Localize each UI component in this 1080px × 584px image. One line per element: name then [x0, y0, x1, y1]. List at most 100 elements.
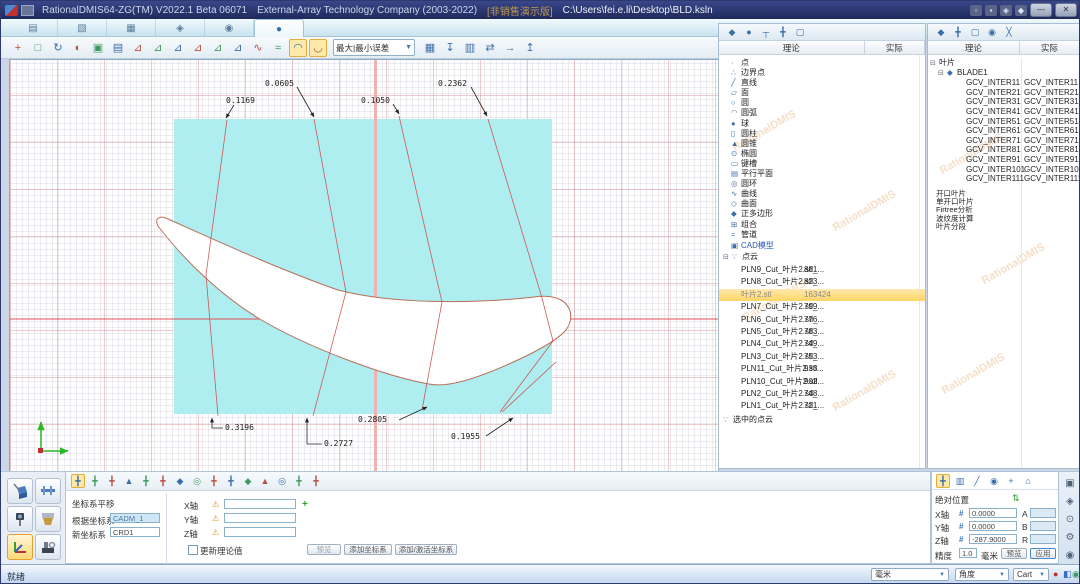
tree-item-gcv[interactable]: GCV_INTER21GCV_INTER21 [928, 88, 1080, 98]
tree-item-cad-model[interactable]: ▣CAD模型 [719, 241, 926, 251]
tree-item-gcv[interactable]: GCV_INTER111GCV_INTER111 [928, 174, 1080, 184]
precision-field[interactable]: 1.0 [959, 548, 977, 558]
pos-polar-icon[interactable]: ╱ [970, 474, 984, 488]
tool-icon[interactable]: ◉ [1063, 548, 1078, 562]
pan-icon[interactable]: + [9, 39, 27, 57]
pos-relative-icon[interactable]: ▥ [953, 474, 967, 488]
csys-world-icon[interactable]: ◎ [275, 474, 289, 488]
close-button[interactable]: ✕ [1055, 3, 1077, 17]
help-window-icon[interactable]: ◆ [1015, 5, 1027, 16]
dock-probe-cube-button[interactable] [7, 478, 33, 504]
tree-item-surface[interactable]: ◇曲面 [719, 199, 925, 209]
pos-target-icon[interactable]: + [1004, 474, 1018, 488]
shaded-view-icon[interactable]: ◐ [69, 39, 87, 57]
tree-item-gcv[interactable]: GCV_INTER11GCV_INTER11 [928, 78, 1080, 88]
new-csys-field[interactable]: CRD1 [110, 527, 160, 537]
report-export-icon[interactable]: ↧ [441, 39, 459, 57]
angle-value-field[interactable] [1030, 508, 1056, 518]
tree-item-pipe[interactable]: ≈管道 [719, 230, 925, 240]
pos-probe-icon[interactable]: ◉ [987, 474, 1001, 488]
pin-window-icon[interactable]: ▪ [985, 5, 997, 16]
tree-item-circle[interactable]: ○圆 [719, 98, 925, 108]
probe-icon[interactable]: ┬ [759, 25, 773, 39]
machine-status-icon[interactable]: ◉ [1072, 569, 1080, 580]
minimize-button[interactable]: — [1030, 3, 1052, 17]
tool-icon[interactable]: ╋ [776, 25, 790, 39]
tree-item-gcv[interactable]: GCV_INTER81GCV_INTER81 [928, 145, 1080, 155]
blade-section-icon[interactable]: ⊿ [149, 39, 167, 57]
dock-machine-button[interactable] [35, 534, 61, 560]
3d-viewport[interactable]: 0.1169 0.0605 0.1050 0.2362 0.3196 0.272… [9, 59, 719, 473]
add-activate-csys-button[interactable]: 添加/激活坐标系 [395, 544, 457, 555]
angle-value-field[interactable] [1030, 534, 1056, 544]
position-preview-button[interactable]: 预览 [1001, 548, 1027, 559]
feature-sphere-icon[interactable]: ● [742, 25, 756, 39]
axis-value-field[interactable] [224, 513, 296, 523]
cad-model-icon[interactable]: ◆ [934, 25, 948, 39]
tree-item-cloud[interactable]: PLN9_Cut_叶片2.stl_...881 [719, 264, 925, 276]
angle-value-field[interactable] [1030, 521, 1056, 531]
dock-tolerance-button[interactable] [35, 506, 61, 532]
blade-mesh-icon[interactable]: ≈ [269, 39, 287, 57]
base-csys-field[interactable]: CADM_1 [110, 513, 160, 523]
column-theory[interactable]: 理论 [928, 41, 1020, 54]
tree-item-cloud[interactable]: PLN3_Cut_叶片2.stl_...753 [719, 351, 925, 363]
cad-model-icon[interactable]: ◆ [725, 25, 739, 39]
tab-color[interactable]: ◉ [205, 19, 254, 37]
error-mode-dropdown[interactable]: 最大|最小误差 ▼ [333, 39, 415, 56]
send-result-icon[interactable]: ↥ [521, 39, 539, 57]
tree-item-gcv[interactable]: GCV_INTER51GCV_INTER51 [928, 117, 1080, 127]
gear-icon[interactable]: ⚙ [1063, 530, 1078, 544]
dock-window-icon[interactable]: ▫ [970, 5, 982, 16]
magnifier-icon[interactable]: ⊙ [1063, 512, 1078, 526]
csys-translate-icon[interactable]: ╋ [71, 474, 85, 488]
angle-select[interactable]: 角度▼ [955, 568, 1009, 581]
cart-select[interactable]: Cart▼ [1013, 568, 1049, 581]
tab-view[interactable]: ● [254, 19, 304, 38]
tree-item-polygon[interactable]: ◆正多边形 [719, 209, 925, 219]
pos-absolute-icon[interactable]: ╋ [936, 474, 950, 488]
camera-icon[interactable]: ◉ [985, 25, 999, 39]
tree-item-gcv[interactable]: GCV_INTER41GCV_INTER41 [928, 107, 1080, 117]
orbit-icon[interactable]: ↻ [49, 39, 67, 57]
csys-temp-icon[interactable]: ╋ [292, 474, 306, 488]
dock-csys-button[interactable] [7, 534, 33, 560]
zoom-window-icon[interactable]: □ [29, 39, 47, 57]
unit-select[interactable]: 毫米▼ [871, 568, 949, 581]
blade-rotate-icon[interactable]: ⊿ [189, 39, 207, 57]
tree-item-cone[interactable]: ▲圆锥 [719, 139, 925, 149]
blade-fit-icon[interactable]: ⊿ [209, 39, 227, 57]
tab-screen[interactable]: ▦ [107, 19, 156, 37]
blade-compare-icon[interactable]: ⊿ [229, 39, 247, 57]
csys-machine-icon[interactable]: ◆ [241, 474, 255, 488]
tree-item-gcv[interactable]: GCV_INTER91GCV_INTER91 [928, 155, 1080, 165]
axes-icon[interactable]: ╋ [951, 25, 965, 39]
tool-status-icon[interactable]: ◧ [1063, 569, 1072, 580]
csys-iterative-icon[interactable]: ◎ [190, 474, 204, 488]
blade-edit-icon[interactable]: ◡ [309, 39, 327, 57]
csys-save-icon[interactable]: ╋ [309, 474, 323, 488]
add-csys-button[interactable]: 添加坐标系 [344, 544, 392, 555]
tree-item-gcv[interactable]: GCV_INTER101GCV_INTER101 [928, 165, 1080, 175]
csys-offset-icon[interactable]: ╋ [156, 474, 170, 488]
position-value-field[interactable]: -287.9000 [969, 534, 1017, 544]
tree-item-cloud[interactable]: PLN6_Cut_叶片2.stl_...776 [719, 314, 925, 326]
tab-print[interactable]: ▤ [9, 19, 58, 37]
csys-bestfit-icon[interactable]: ▲ [122, 474, 136, 488]
machine-icon[interactable]: ▣ [1063, 476, 1078, 490]
import-points-icon[interactable]: ⇄ [481, 39, 499, 57]
csys-cad-icon[interactable]: ◆ [173, 474, 187, 488]
column-actual[interactable]: 实际 [1020, 41, 1080, 54]
column-theory[interactable]: 理论 [719, 41, 865, 54]
probe-status-icon[interactable]: ● [1053, 569, 1058, 579]
tree-item-cloud[interactable]: PLN11_Cut_叶片2.stl...933 [719, 363, 925, 375]
preview-button[interactable]: 预览 [307, 544, 341, 555]
screen-icon[interactable]: ▢ [968, 25, 982, 39]
tree-item-cloud[interactable]: PLN2_Cut_叶片2.stl_...748 [719, 388, 925, 400]
snapshot-icon[interactable]: ▣ [89, 39, 107, 57]
axis-value-field[interactable] [224, 527, 296, 537]
dock-camera-probe-button[interactable] [7, 506, 33, 532]
tree-item-gcv[interactable]: GCV_INTER61GCV_INTER61 [928, 126, 1080, 136]
blade-move-icon[interactable]: ⊿ [169, 39, 187, 57]
section-display-icon[interactable]: ▦ [421, 39, 439, 57]
